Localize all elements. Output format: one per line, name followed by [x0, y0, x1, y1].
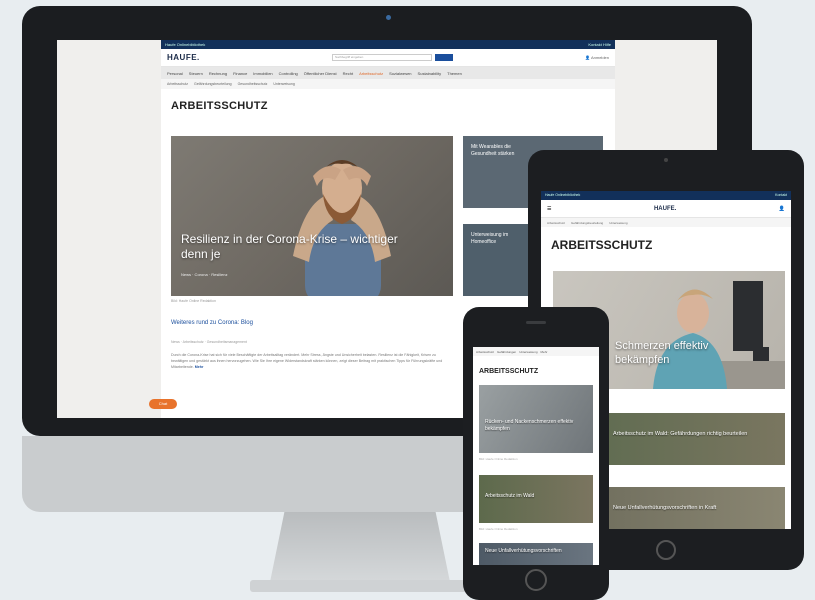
- hero-caption: Bild: Haufe Online Redaktion: [171, 299, 216, 303]
- tablet-top-bar: Haufe Onlinebibliothek Kontakt: [541, 191, 791, 200]
- phone-frame: Arbeitsschutz Gefährdungen Unterweisung …: [463, 307, 609, 600]
- phone-page-title: ARBEITSSCHUTZ: [479, 368, 539, 375]
- top-bar: Haufe Onlinebibliothek Kontakt Hilfe: [161, 40, 615, 49]
- tablet-topbar-left[interactable]: Haufe Onlinebibliothek: [545, 193, 580, 198]
- phone-teaser[interactable]: Arbeitsschutz im Wald: [479, 475, 593, 523]
- site-header: HAUFE. Suchbegriff eingeben 👤 Anmelden: [161, 49, 615, 67]
- article-text: Durch die Corona-Krise hat sich für viel…: [171, 352, 451, 370]
- nav-item-personal[interactable]: Personal: [167, 71, 183, 76]
- tablet-logo[interactable]: HAUFE.: [654, 206, 676, 212]
- tablet-header: ☰ HAUFE. 👤: [541, 200, 791, 218]
- tablet-teaser-title: Arbeitsschutz im Wald: Gefährdungen rich…: [613, 431, 748, 437]
- phone-teaser-title: Arbeitsschutz im Wald: [485, 493, 535, 499]
- page-title: ARBEITSSCHUTZ: [171, 100, 268, 112]
- phone-nav-item[interactable]: Arbeitsschutz: [476, 350, 494, 354]
- search-bar: Suchbegriff eingeben: [208, 54, 577, 61]
- nav-item-rechnung[interactable]: Rechnung: [209, 71, 227, 76]
- sub-nav: Arbeitsschutz Gefährdungsbeurteilung Ges…: [161, 79, 615, 89]
- tablet-page-title: ARBEITSSCHUTZ: [551, 238, 653, 252]
- tablet-hero-title[interactable]: Schmerzen effektiv bekämpfen: [615, 339, 745, 367]
- article-meta: News · Arbeitsschutz · Gesundheitsmanage…: [171, 340, 247, 344]
- side-teaser-title: Unterweisung im Homeoffice: [471, 232, 509, 245]
- user-icon[interactable]: 👤: [779, 206, 785, 212]
- nav-item-steuern[interactable]: Steuern: [189, 71, 203, 76]
- tablet-teaser-title: Neue Unfallverhütungsvorschriften in Kra…: [613, 505, 717, 511]
- login-link[interactable]: 👤 Anmelden: [585, 55, 609, 60]
- phone-nav-item[interactable]: Mehr: [541, 350, 548, 354]
- phone-teaser-caption: Bild: Haufe Online Redaktion: [479, 457, 518, 461]
- tablet-topbar-right[interactable]: Kontakt: [775, 193, 787, 198]
- phone-teaser-title: Rücken- und Nackenschmerzen effektiv bek…: [485, 419, 574, 432]
- imac-stand-foot: [250, 580, 470, 592]
- nav-item-themen[interactable]: Themen: [447, 71, 462, 76]
- side-teaser-title: Mit Wearables die Gesundheit stärken: [471, 144, 515, 157]
- phone-teaser[interactable]: Neue Unfallverhütungsvorschriften: [479, 543, 593, 565]
- haufe-logo[interactable]: HAUFE.: [167, 53, 200, 62]
- nav-item-controlling[interactable]: Controlling: [279, 71, 298, 76]
- tablet-home-button[interactable]: [656, 540, 676, 560]
- chat-button[interactable]: Chat: [149, 399, 177, 409]
- phone-teaser[interactable]: Rücken- und Nackenschmerzen effektiv bek…: [479, 385, 593, 453]
- phone-speaker: [526, 321, 546, 324]
- nav-item-oeffentlicher-dienst[interactable]: Öffentlicher Dienst: [304, 71, 337, 76]
- nav-item-sustainability[interactable]: Sustainability: [418, 71, 442, 76]
- hero-title[interactable]: Resilienz in der Corona-Krise – wichtige…: [181, 232, 421, 262]
- nav-item-sozialwesen[interactable]: Sozialwesen: [389, 71, 411, 76]
- stressed-man-image: [293, 160, 391, 296]
- tablet-subnav-item[interactable]: Unterweisung: [609, 221, 627, 225]
- read-more-link[interactable]: Mehr: [195, 365, 204, 369]
- imac-stand: [270, 512, 450, 582]
- nav-item-recht[interactable]: Recht: [343, 71, 353, 76]
- tablet-subnav-item[interactable]: Gefährdungsbeurteilung: [571, 221, 603, 225]
- phone-teaser-caption: Bild: Haufe Online Redaktion: [479, 527, 518, 531]
- phone-nav-item[interactable]: Gefährdungen: [497, 350, 516, 354]
- phone-home-button[interactable]: [525, 569, 547, 591]
- tablet-subnav-item[interactable]: Arbeitsschutz: [547, 221, 565, 225]
- nav-item-immobilien[interactable]: Immobilien: [253, 71, 272, 76]
- topbar-right-link[interactable]: Kontakt Hilfe: [588, 42, 611, 47]
- nav-item-arbeitsschutz[interactable]: Arbeitsschutz: [359, 71, 383, 76]
- subnav-item[interactable]: Arbeitsschutz: [167, 82, 188, 86]
- phone-teaser-title: Neue Unfallverhütungsvorschriften: [485, 548, 562, 554]
- main-nav: Personal Steuern Rechnung Finance Immobi…: [161, 67, 615, 79]
- search-input[interactable]: Suchbegriff eingeben: [331, 54, 432, 61]
- hero-teaser[interactable]: Resilienz in der Corona-Krise – wichtige…: [171, 136, 453, 296]
- nav-item-finance[interactable]: Finance: [233, 71, 247, 76]
- hero-meta: News · Corona · Resilienz: [181, 272, 228, 277]
- subnav-item[interactable]: Gefährdungsbeurteilung: [194, 82, 232, 86]
- topbar-left-link[interactable]: Haufe Onlinebibliothek: [165, 42, 205, 47]
- login-label: Anmelden: [590, 55, 609, 60]
- search-button[interactable]: [434, 54, 453, 61]
- phone-nav: Arbeitsschutz Gefährdungen Unterweisung …: [473, 347, 599, 356]
- subnav-item[interactable]: Unterweisung: [273, 82, 294, 86]
- article-body: Durch die Corona-Krise hat sich für viel…: [171, 353, 443, 369]
- menu-icon[interactable]: ☰: [547, 206, 551, 212]
- tablet-camera: [664, 158, 668, 162]
- phone-nav-item[interactable]: Unterweisung: [519, 350, 537, 354]
- phone-screen: Arbeitsschutz Gefährdungen Unterweisung …: [473, 347, 599, 565]
- tablet-sub-nav: Arbeitsschutz Gefährdungsbeurteilung Unt…: [541, 218, 791, 227]
- imac-camera: [386, 15, 391, 20]
- article-link[interactable]: Weiteres rund zu Corona: Blog: [171, 320, 253, 326]
- subnav-item[interactable]: Gesundheitsschutz: [238, 82, 268, 86]
